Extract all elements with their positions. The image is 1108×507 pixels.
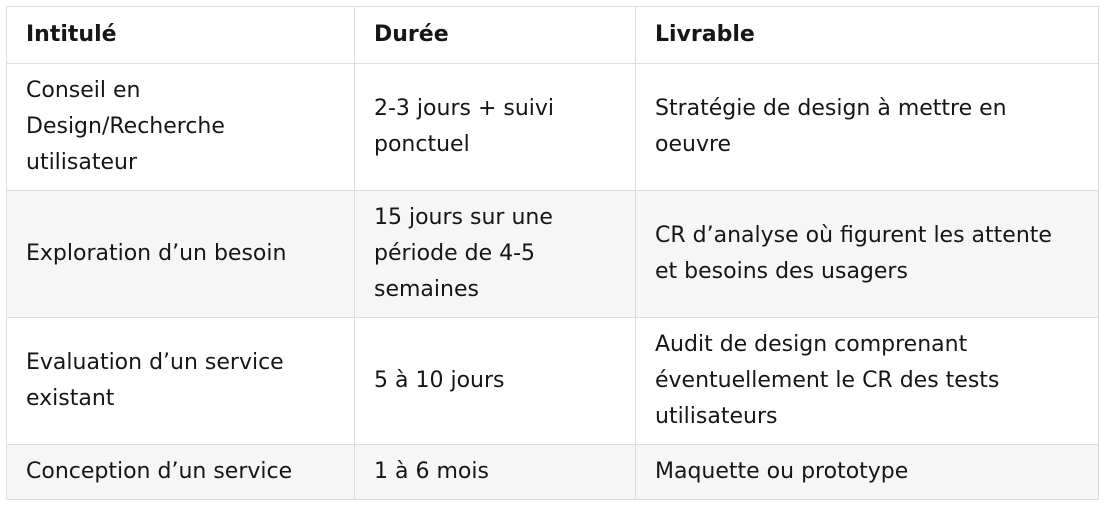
cell-livrable: Maquette ou prototype <box>635 444 1099 500</box>
cell-duree: 5 à 10 jours <box>354 317 636 445</box>
offer-table-container: Intitulé Durée Livrable Conseil en Desig… <box>6 6 1099 500</box>
cell-intitule: Conception d’un service <box>6 444 355 500</box>
cell-intitule: Evaluation d’un service existant <box>6 317 355 445</box>
header-intitule: Intitulé <box>6 6 355 64</box>
table-row: Exploration d’un besoin 15 jours sur une… <box>6 190 1099 318</box>
cell-livrable: Stratégie de design à mettre en oeuvre <box>635 63 1099 191</box>
offer-table: Intitulé Durée Livrable Conseil en Desig… <box>6 6 1099 500</box>
table-header-row: Intitulé Durée Livrable <box>6 6 1099 64</box>
table-row: Conception d’un service 1 à 6 mois Maque… <box>6 444 1099 500</box>
cell-intitule: Conseil en Design/Recherche utilisateur <box>6 63 355 191</box>
cell-duree: 15 jours sur une période de 4-5 semaines <box>354 190 636 318</box>
header-livrable: Livrable <box>635 6 1099 64</box>
table-row: Conseil en Design/Recherche utilisateur … <box>6 63 1099 191</box>
table-row: Evaluation d’un service existant 5 à 10 … <box>6 317 1099 445</box>
cell-intitule: Exploration d’un besoin <box>6 190 355 318</box>
cell-livrable: Audit de design comprenant éventuellemen… <box>635 317 1099 445</box>
cell-duree: 1 à 6 mois <box>354 444 636 500</box>
cell-livrable: CR d’analyse où figurent les attente et … <box>635 190 1099 318</box>
header-duree: Durée <box>354 6 636 64</box>
cell-duree: 2-3 jours + suivi ponctuel <box>354 63 636 191</box>
